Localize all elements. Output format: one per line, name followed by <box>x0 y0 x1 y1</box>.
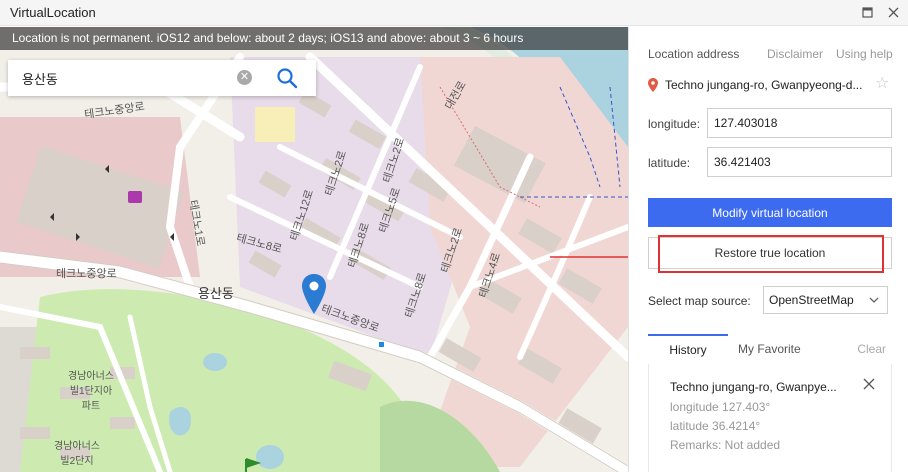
using-help-link[interactable]: Using help <box>836 47 893 61</box>
history-item[interactable]: Techno jungang-ro, Gwanpye... longitude … <box>648 364 892 472</box>
modify-location-button[interactable]: Modify virtual location <box>648 198 892 227</box>
area-label: 용산동 <box>198 286 234 301</box>
history-item-title: Techno jungang-ro, Gwanpye... <box>670 380 837 394</box>
clear-icon[interactable]: ✕ <box>237 70 252 85</box>
maximize-icon[interactable] <box>860 5 874 19</box>
history-item-remarks: Remarks: Not added <box>670 438 781 452</box>
tab-my-favorite[interactable]: My Favorite <box>738 334 801 364</box>
road-label: 테크노중앙로 <box>56 268 117 280</box>
history-item-latitude: latitude 36.4214° <box>670 419 761 433</box>
location-panel: Location address Disclaimer Using help T… <box>628 27 908 472</box>
poi-label: 경남아너스빌1단지아파트 <box>68 371 114 412</box>
restore-location-button[interactable]: Restore true location <box>648 237 892 269</box>
shopping-icon <box>128 191 142 203</box>
location-address-label: Location address <box>648 47 740 61</box>
tab-history[interactable]: History <box>648 334 728 364</box>
search-icon[interactable] <box>276 67 298 89</box>
map-view[interactable]: 테크노중앙로 테크노중앙로 테크노중앙로 테크노1로 테크노8로 테크노12로 … <box>0 27 628 472</box>
history-tabs: History My Favorite Clear <box>648 334 892 365</box>
chevron-down-icon <box>869 297 879 303</box>
map-source-value: OpenStreetMap <box>769 293 854 307</box>
search-input[interactable] <box>20 69 234 87</box>
star-icon[interactable]: ☆ <box>875 73 889 93</box>
notice-banner: Location is not permanent. iOS12 and bel… <box>0 27 628 50</box>
longitude-field[interactable] <box>707 108 892 138</box>
window-title: VirtualLocation <box>10 5 96 20</box>
longitude-label: longitude: <box>648 117 701 131</box>
address-text: Techno jungang-ro, Gwanpyeong-d... <box>665 78 863 92</box>
latitude-label: latitude: <box>648 156 691 170</box>
title-bar: VirtualLocation <box>0 0 908 26</box>
poi-label: 경남아너스빌2단지 <box>54 441 100 467</box>
location-pin-icon <box>648 78 658 92</box>
window-controls <box>860 5 900 19</box>
close-icon[interactable] <box>863 378 875 390</box>
address-row: Techno jungang-ro, Gwanpyeong-d... <box>648 76 898 94</box>
clear-history-button[interactable]: Clear <box>857 334 886 364</box>
history-item-longitude: longitude 127.403° <box>670 400 771 414</box>
map-source-select[interactable]: OpenStreetMap <box>763 286 888 314</box>
search-box: ✕ <box>8 60 316 96</box>
disclaimer-link[interactable]: Disclaimer <box>767 47 823 61</box>
location-pin-icon[interactable] <box>302 274 326 314</box>
latitude-field[interactable] <box>707 147 892 177</box>
map-source-label: Select map source: <box>648 294 751 308</box>
close-icon[interactable] <box>886 5 900 19</box>
